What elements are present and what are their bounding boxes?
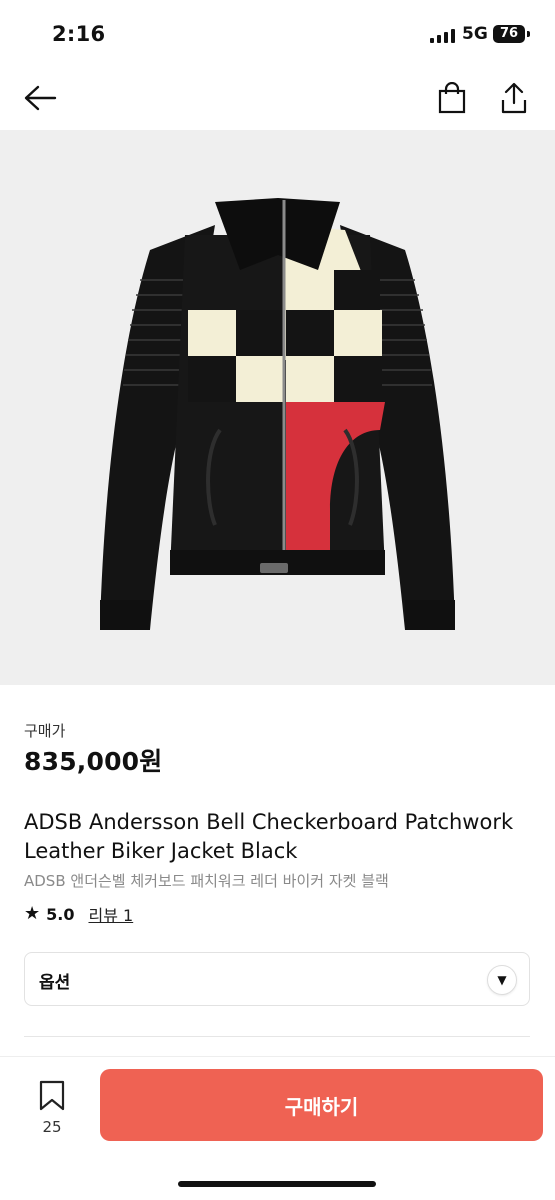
options-label: 옵션 (39, 973, 71, 993)
status-time: 2:16 (52, 22, 106, 46)
reviews-link[interactable]: 리뷰 1 (88, 902, 133, 926)
product-page: 2:16 5G 76 구매가 835,000원 ADSB Andersson B… (0, 0, 555, 1200)
back-button[interactable] (18, 76, 62, 120)
share-button[interactable] (492, 76, 536, 120)
signal-icon (430, 27, 455, 43)
chevron-down-icon[interactable]: ▼ (487, 965, 517, 995)
options-select[interactable]: 옵션 ▼ (24, 952, 530, 1006)
rating-score: 5.0 (46, 904, 75, 924)
rating-row: ★ 5.0 리뷰 1 (24, 902, 133, 926)
home-indicator (178, 1181, 376, 1187)
arrow-left-icon (24, 85, 57, 111)
share-icon (501, 82, 527, 114)
battery-icon: 76 (493, 25, 525, 43)
bookmark-icon (39, 1080, 65, 1111)
product-image[interactable] (0, 130, 555, 685)
buy-button[interactable]: 구매하기 (100, 1069, 543, 1141)
star-icon: ★ (24, 903, 41, 924)
bottom-bar-divider (0, 1056, 555, 1057)
divider (24, 1036, 530, 1037)
status-bar: 2:16 5G 76 (0, 0, 555, 70)
price-label: 구매가 (24, 722, 66, 740)
battery-tip (527, 31, 530, 37)
wishlist-count: 25 (42, 1118, 62, 1136)
wishlist-button[interactable]: 25 (32, 1080, 72, 1136)
jacket-illustration (100, 198, 455, 630)
cart-button[interactable] (430, 76, 474, 120)
product-subtitle: ADSB 앤더슨벨 체커보드 패치워크 레더 바이커 자켓 블랙 (24, 872, 389, 890)
network-label: 5G (462, 24, 488, 44)
shopping-bag-icon (438, 82, 466, 114)
top-nav (0, 70, 555, 130)
product-price: 835,000원 (24, 747, 163, 776)
product-title: ADSB Andersson Bell Checkerboard Patchwo… (24, 810, 514, 863)
